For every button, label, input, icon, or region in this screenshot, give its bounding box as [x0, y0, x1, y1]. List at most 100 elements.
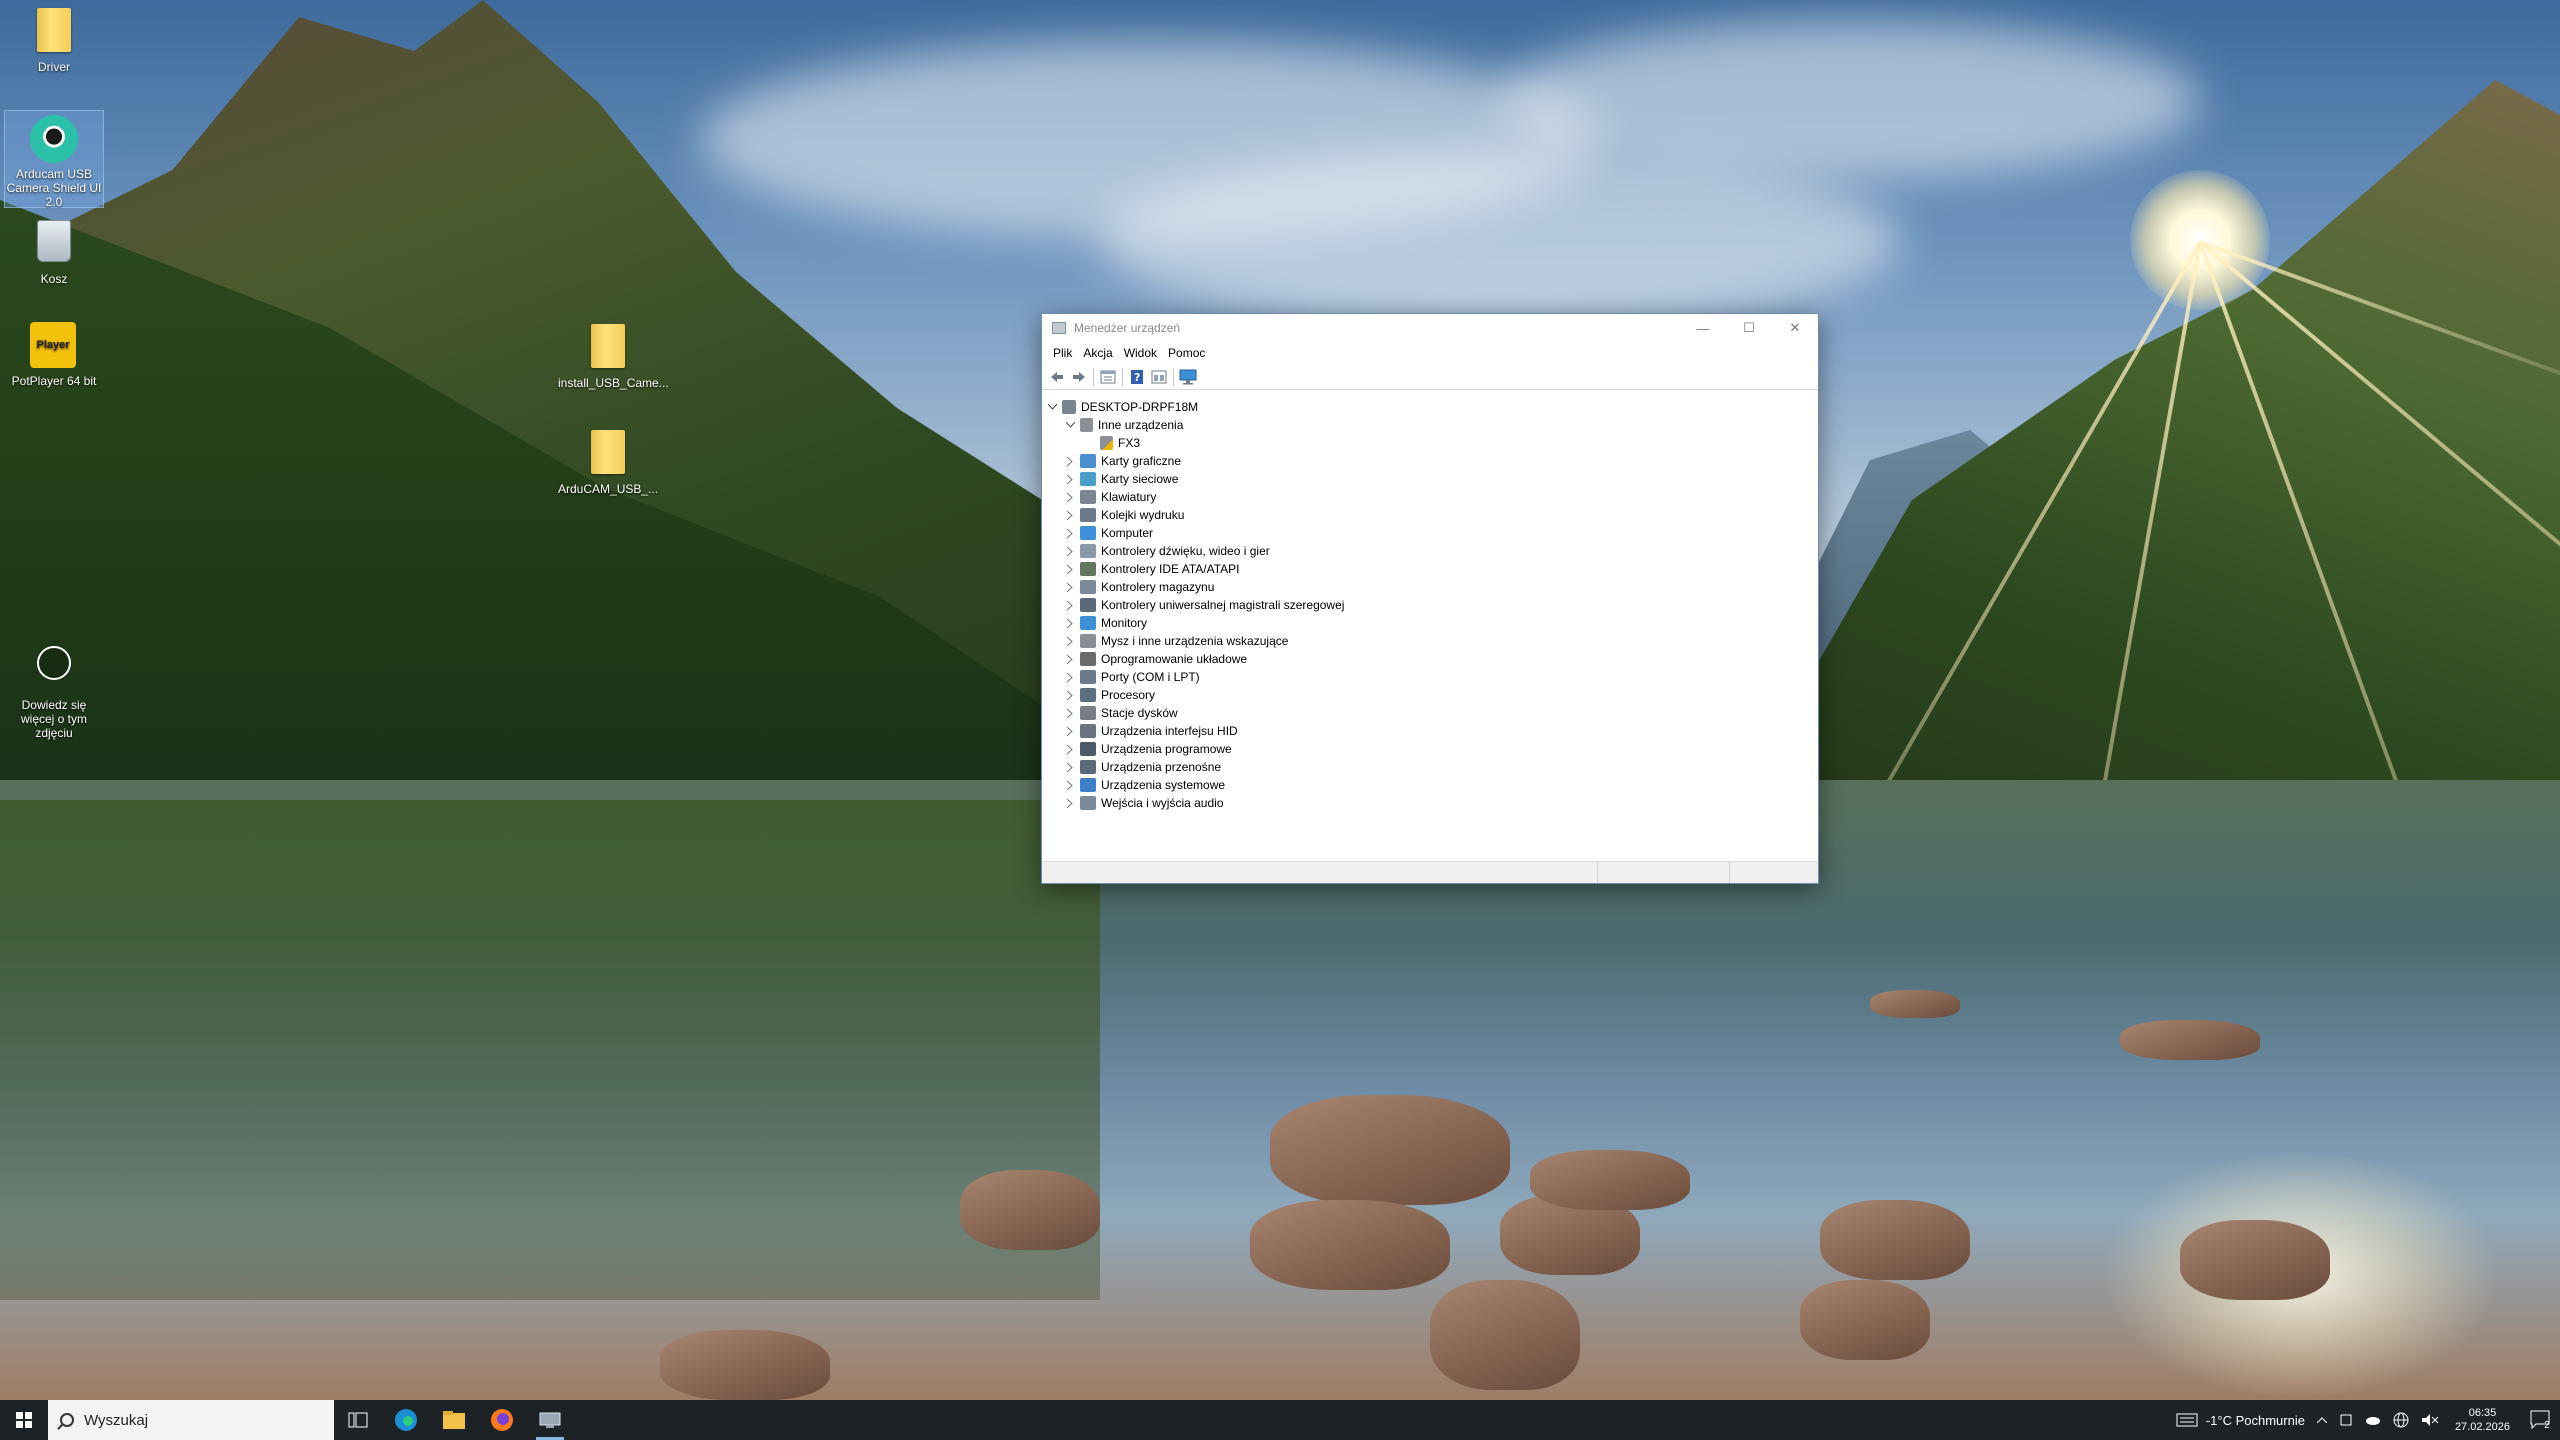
properties-icon[interactable]: [1097, 366, 1119, 388]
tree-category[interactable]: Klawiatury: [1042, 488, 1818, 506]
desktop-icon-driver[interactable]: Driver: [4, 6, 104, 76]
monitor-icon[interactable]: [1177, 366, 1199, 388]
tree-category[interactable]: Monitory: [1042, 614, 1818, 632]
expand-chevron-icon[interactable]: [1064, 581, 1076, 593]
minimize-button[interactable]: —: [1680, 314, 1726, 342]
cloud-tray-icon[interactable]: [2359, 1400, 2387, 1440]
window-titlebar[interactable]: Menedżer urządzeń — ☐ ✕: [1042, 314, 1818, 342]
expand-chevron-icon[interactable]: [1064, 509, 1076, 521]
tree-category[interactable]: Karty graficzne: [1042, 452, 1818, 470]
device-manager-icon[interactable]: [526, 1400, 574, 1440]
tree-category-label: Inne urządzenia: [1098, 418, 1184, 432]
tree-category[interactable]: Urządzenia przenośne: [1042, 758, 1818, 776]
maximize-button[interactable]: ☐: [1726, 314, 1772, 342]
expand-chevron-icon[interactable]: [1064, 743, 1076, 755]
notification-center-button[interactable]: 2: [2520, 1400, 2560, 1440]
tree-category[interactable]: Procesory: [1042, 686, 1818, 704]
tree-category[interactable]: Stacje dysków: [1042, 704, 1818, 722]
usb-tray-icon[interactable]: [2333, 1400, 2359, 1440]
expand-chevron-icon[interactable]: [1064, 491, 1076, 503]
device-category-icon: [1080, 580, 1096, 594]
tree-device-label: FX3: [1118, 436, 1141, 450]
file-explorer-icon[interactable]: [430, 1400, 478, 1440]
device-category-icon: [1080, 454, 1096, 468]
network-icon[interactable]: [2387, 1400, 2415, 1440]
expand-chevron-icon[interactable]: [1064, 797, 1076, 809]
tree-category[interactable]: Urządzenia programowe: [1042, 740, 1818, 758]
back-arrow-icon[interactable]: [1046, 366, 1068, 388]
tree-device-fx3[interactable]: FX3: [1042, 434, 1818, 452]
expand-chevron-icon[interactable]: [1064, 761, 1076, 773]
menu-help[interactable]: Pomoc: [1165, 346, 1213, 360]
device-manager-window[interactable]: Menedżer urządzeń — ☐ ✕ Plik Akcja Widok…: [1041, 313, 1819, 884]
tree-category[interactable]: Kontrolery dźwięku, wideo i gier: [1042, 542, 1818, 560]
desktop-icon-potplayer[interactable]: Player PotPlayer 64 bit: [4, 322, 104, 392]
desktop-icon-learn-about-picture[interactable]: Dowiedz się więcej o tym zdjęciu: [4, 638, 104, 740]
tree-category[interactable]: Karty sieciowe: [1042, 470, 1818, 488]
expand-chevron-icon[interactable]: [1064, 635, 1076, 647]
volume-muted-icon[interactable]: [2415, 1400, 2445, 1440]
expand-chevron-icon[interactable]: [1064, 653, 1076, 665]
desktop-icon-arducam-usb[interactable]: ArduCAM_USB_...: [558, 428, 658, 498]
tree-category[interactable]: Mysz i inne urządzenia wskazujące: [1042, 632, 1818, 650]
tree-category[interactable]: Kolejki wydruku: [1042, 506, 1818, 524]
expand-chevron-icon[interactable]: [1064, 707, 1076, 719]
device-category-icon: [1080, 778, 1096, 792]
desktop-icon-recycle-bin[interactable]: Kosz: [4, 218, 104, 288]
expand-chevron-icon[interactable]: [1064, 473, 1076, 485]
device-category-icon: [1080, 796, 1096, 810]
tree-category[interactable]: Kontrolery magazynu: [1042, 578, 1818, 596]
arducam-camera-icon: [30, 115, 78, 163]
tree-category[interactable]: Oprogramowanie układowe: [1042, 650, 1818, 668]
weather-widget[interactable]: -1°C Pochmurnie: [2170, 1400, 2311, 1440]
desktop-icon-arducam[interactable]: Arducam USB Camera Shield UI 2.0: [4, 110, 104, 209]
weather-text: -1°C Pochmurnie: [2205, 1412, 2305, 1428]
window-title: Menedżer urządzeń: [1074, 321, 1181, 335]
expand-chevron-icon[interactable]: [1064, 545, 1076, 557]
tree-category[interactable]: Urządzenia interfejsu HID: [1042, 722, 1818, 740]
menu-view[interactable]: Widok: [1121, 346, 1165, 360]
expand-chevron-icon[interactable]: [1064, 527, 1076, 539]
warning-device-icon: [1100, 436, 1113, 450]
task-view-icon[interactable]: [334, 1400, 382, 1440]
view-icon[interactable]: [1148, 366, 1170, 388]
tree-category-label: Karty sieciowe: [1101, 472, 1179, 486]
expand-chevron-icon[interactable]: [1064, 563, 1076, 575]
collapse-chevron-icon[interactable]: [1064, 419, 1076, 431]
tree-category[interactable]: Komputer: [1042, 524, 1818, 542]
tree-category[interactable]: Wejścia i wyjścia audio: [1042, 794, 1818, 812]
expand-chevron-icon[interactable]: [1064, 671, 1076, 683]
tree-category-label: Kontrolery magazynu: [1101, 580, 1215, 594]
tree-category[interactable]: Porty (COM i LPT): [1042, 668, 1818, 686]
tree-root[interactable]: DESKTOP-DRPF18M: [1042, 398, 1818, 416]
menu-bar: Plik Akcja Widok Pomoc: [1042, 342, 1818, 364]
tree-category[interactable]: Urządzenia systemowe: [1042, 776, 1818, 794]
expand-chevron-icon[interactable]: [1064, 725, 1076, 737]
help-icon[interactable]: ?: [1126, 366, 1148, 388]
menu-file[interactable]: Plik: [1050, 346, 1080, 360]
tree-category[interactable]: Kontrolery IDE ATA/ATAPI: [1042, 560, 1818, 578]
expand-chevron-icon[interactable]: [1064, 779, 1076, 791]
firefox-icon[interactable]: [478, 1400, 526, 1440]
expand-chevron-icon[interactable]: [1064, 455, 1076, 467]
edge-icon[interactable]: [382, 1400, 430, 1440]
device-category-icon: [1080, 652, 1096, 666]
expand-chevron-icon[interactable]: [1064, 617, 1076, 629]
expand-chevron-icon[interactable]: [1064, 689, 1076, 701]
desktop-icon-install-usb-camera[interactable]: install_USB_Came...: [558, 322, 669, 392]
forward-arrow-icon[interactable]: [1068, 366, 1090, 388]
show-hidden-icons-chevron[interactable]: [2311, 1400, 2333, 1440]
menu-action[interactable]: Akcja: [1080, 346, 1120, 360]
taskbar-search[interactable]: Wyszukaj: [48, 1400, 334, 1440]
device-category-icon: [1080, 598, 1096, 612]
close-button[interactable]: ✕: [1772, 314, 1818, 342]
device-category-icon: [1080, 490, 1096, 504]
folder-icon: [584, 430, 632, 478]
clock[interactable]: 06:35 27.02.2026: [2445, 1406, 2520, 1434]
expand-chevron-icon[interactable]: [1064, 599, 1076, 611]
weather-cloud-icon: [2176, 1413, 2198, 1427]
collapse-chevron-icon[interactable]: [1046, 401, 1058, 413]
tree-category[interactable]: Kontrolery uniwersalnej magistrali szere…: [1042, 596, 1818, 614]
start-button[interactable]: [0, 1400, 48, 1440]
tree-category-other-devices[interactable]: Inne urządzenia: [1042, 416, 1818, 434]
